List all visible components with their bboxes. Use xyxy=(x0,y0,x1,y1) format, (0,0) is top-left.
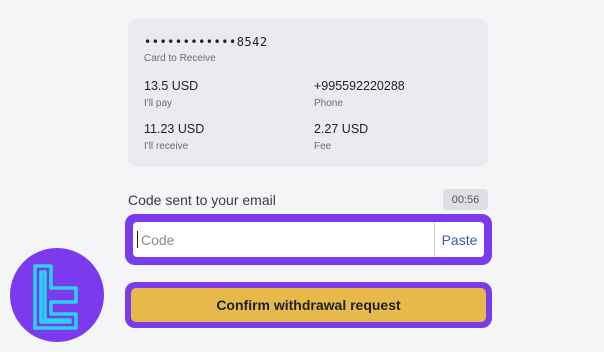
confirm-button-highlight: Confirm withdrawal request xyxy=(125,282,492,328)
phone-cell: +995592220288 Phone xyxy=(314,79,405,109)
pay-amount: 13.5 USD xyxy=(144,79,199,93)
receive-amount-cell: 11.23 USD I'll receive xyxy=(144,122,204,152)
code-input-highlight: Paste xyxy=(125,214,492,265)
brand-logo xyxy=(10,248,104,342)
receive-amount: 11.23 USD xyxy=(144,122,205,136)
withdrawal-summary-card: ••••••••••••8542 Card to Receive 13.5 US… xyxy=(128,19,488,167)
brand-logo-icon xyxy=(33,264,78,330)
phone-caption: Phone xyxy=(314,98,343,109)
card-number: ••••••••••••8542 xyxy=(144,35,268,49)
pay-amount-cell: 13.5 USD I'll pay xyxy=(144,79,198,109)
pay-caption: I'll pay xyxy=(144,98,173,109)
fee-amount: 2.27 USD xyxy=(314,122,369,136)
paste-button[interactable]: Paste xyxy=(434,222,484,257)
text-caret xyxy=(137,231,138,248)
countdown-timer: 00:56 xyxy=(443,189,488,210)
receive-caption: I'll receive xyxy=(144,141,189,152)
code-sent-label: Code sent to your email xyxy=(128,192,276,208)
fee-cell: 2.27 USD Fee xyxy=(314,122,368,152)
phone-number: +995592220288 xyxy=(314,79,405,93)
fee-caption: Fee xyxy=(314,141,332,152)
code-input-group: Paste xyxy=(133,222,484,257)
confirm-withdrawal-button[interactable]: Confirm withdrawal request xyxy=(131,288,486,322)
card-caption: Card to Receive xyxy=(144,53,216,64)
verification-code-input[interactable] xyxy=(133,222,434,257)
